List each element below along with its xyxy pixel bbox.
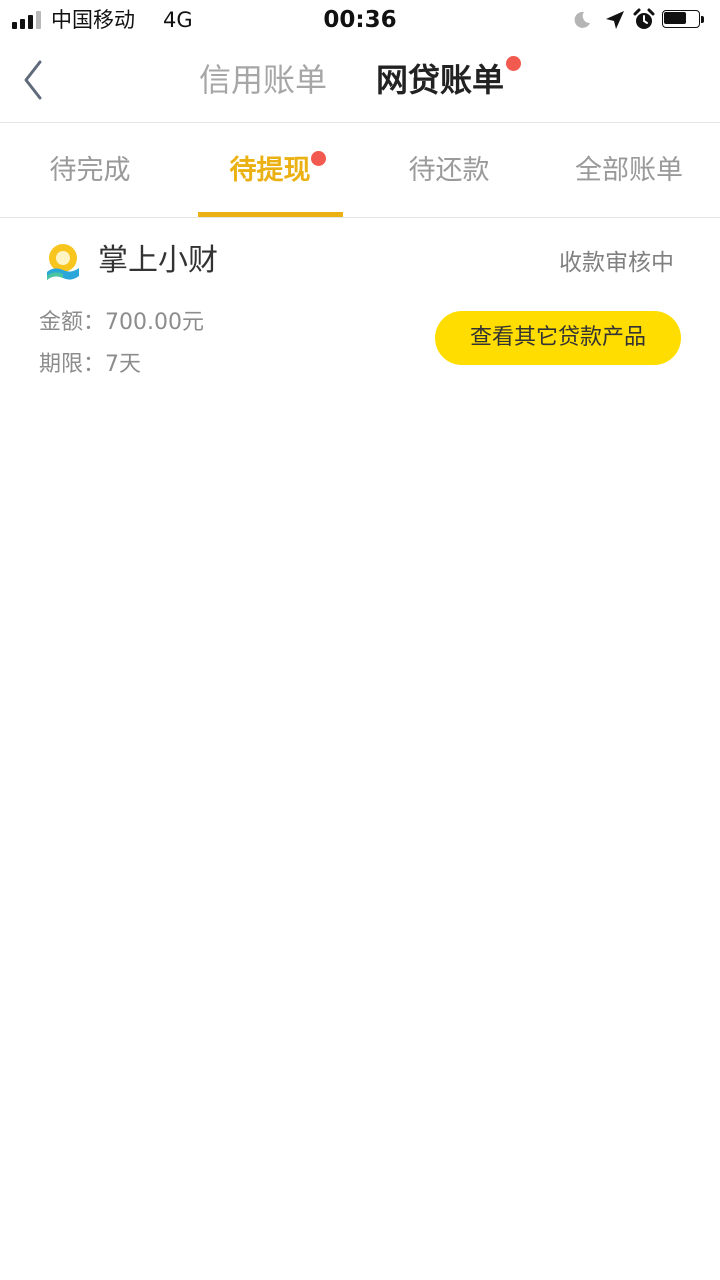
term-value: 7天 bbox=[105, 352, 142, 377]
tab-to-withdraw[interactable]: 待提现 bbox=[180, 123, 360, 217]
amount-row: 金额：700.00元 bbox=[39, 307, 204, 339]
status-bar: 中国移动 4G 00:36 bbox=[0, 0, 720, 40]
tab-online-loan-bill[interactable]: 网贷账单 bbox=[376, 58, 504, 102]
term-label: 期限： bbox=[39, 352, 106, 377]
active-tab-indicator bbox=[198, 212, 343, 217]
chevron-left-icon bbox=[24, 60, 42, 100]
product-name: 掌上小财 bbox=[98, 243, 218, 278]
term-row: 期限：7天 bbox=[39, 349, 141, 381]
amount-label: 金额： bbox=[39, 310, 106, 335]
tab-credit-bill[interactable]: 信用账单 bbox=[199, 58, 327, 102]
status-icons bbox=[548, 8, 708, 32]
tab-pending[interactable]: 待完成 bbox=[0, 123, 180, 217]
amount-value: 700.00元 bbox=[105, 310, 204, 335]
back-button[interactable] bbox=[14, 56, 54, 104]
alarm-icon bbox=[633, 8, 655, 29]
moon-icon bbox=[574, 11, 590, 28]
location-icon bbox=[606, 11, 624, 29]
product-logo-icon bbox=[47, 244, 79, 280]
notification-dot bbox=[311, 151, 326, 166]
loan-status: 收款审核中 bbox=[559, 250, 674, 276]
view-other-loans-button[interactable]: 查看其它贷款产品 bbox=[435, 311, 681, 365]
tab-to-repay[interactable]: 待还款 bbox=[359, 123, 539, 217]
sub-tab-bar: 待完成 待提现 待还款 全部账单 bbox=[0, 123, 720, 218]
battery-icon bbox=[662, 10, 706, 30]
notification-dot bbox=[506, 56, 521, 71]
nav-bar: 信用账单 网贷账单 bbox=[0, 40, 720, 123]
tab-all-bills[interactable]: 全部账单 bbox=[539, 123, 719, 217]
loan-card[interactable]: 掌上小财 收款审核中 金额：700.00元 期限：7天 查看其它贷款产品 bbox=[0, 218, 720, 398]
